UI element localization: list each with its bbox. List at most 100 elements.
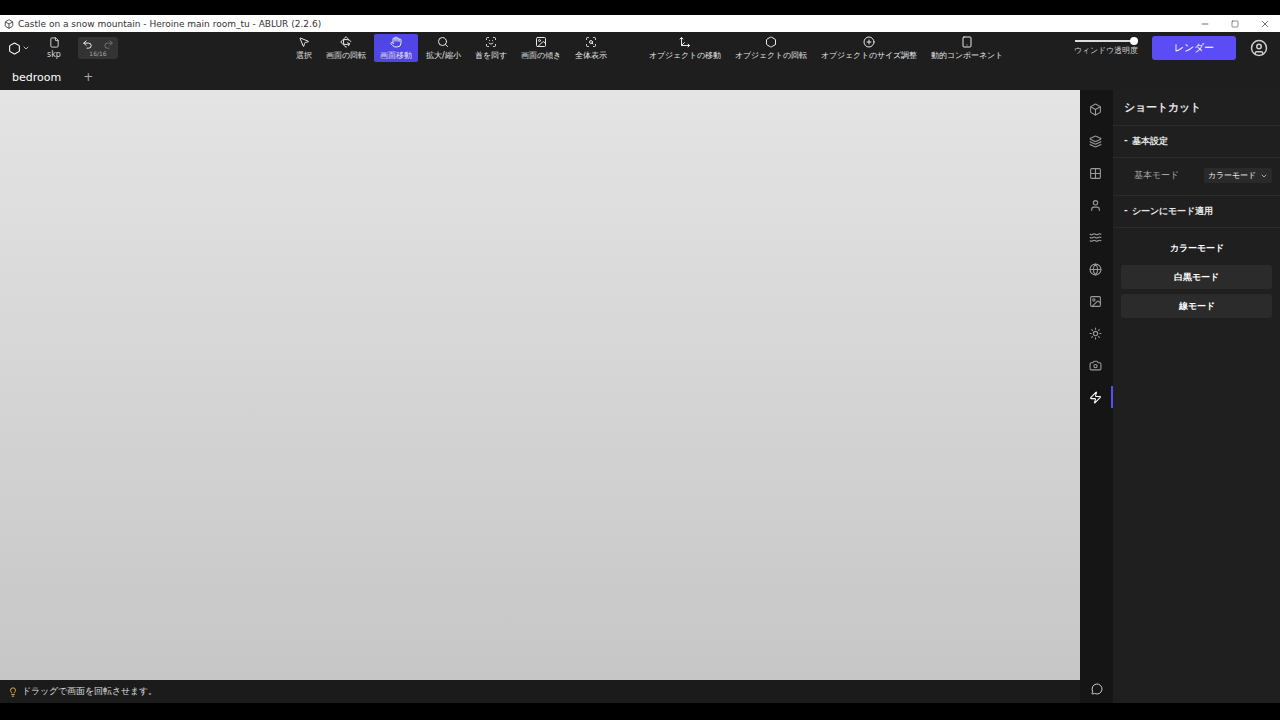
add-tab-button[interactable]: + [73, 70, 103, 84]
toolbar: skp 16/16 選択 画面の回転画面移動拡大/縮小首を回す画面の傾き全体表示 オブジ… [0, 32, 1280, 64]
mode-button[interactable]: 白黒モード [1121, 265, 1272, 289]
minimize-icon [1200, 19, 1210, 29]
tool-label: オブジェクトの回転 [735, 50, 807, 61]
tool-button[interactable]: オブジェクトの移動 [643, 34, 727, 62]
mode-select[interactable]: カラーモード [1204, 168, 1272, 183]
strip-icon [1089, 391, 1102, 404]
skp-label: skp [47, 50, 61, 59]
mode-button[interactable]: 線モード [1121, 294, 1272, 318]
strip-icon [1089, 359, 1102, 372]
title-bar: Castle on a snow mountain - Heroine main… [0, 15, 1280, 32]
strip-button[interactable] [1080, 290, 1113, 312]
view-column: ドラッグで画面を回転させます。 [0, 90, 1080, 703]
tool-icon [298, 36, 310, 48]
undo-count: 16/16 [89, 50, 106, 57]
app-menu[interactable] [8, 42, 30, 55]
render-button[interactable]: レンダー [1152, 36, 1236, 60]
tool-label: オブジェクトのサイズ調整 [821, 50, 917, 61]
section-header[interactable]: -基本設定 [1113, 126, 1280, 158]
strip-icon [1089, 231, 1102, 244]
strip-icon [1089, 295, 1102, 308]
tool-button[interactable]: オブジェクトの回転 [729, 34, 813, 62]
maximize-icon [1231, 20, 1239, 28]
tool-label: オブジェクトの移動 [649, 50, 721, 61]
undo-row [82, 39, 114, 50]
tool-button[interactable]: 全体表示 [569, 34, 613, 62]
status-bar: ドラッグで画面を回転させます。 [0, 680, 1080, 703]
toolbar-right: ウィンドウ透明度レンダー [1074, 32, 1280, 64]
strip-icon [1089, 327, 1102, 340]
mode-row: 基本モードカラーモード [1113, 158, 1280, 196]
tool-icon [485, 36, 497, 48]
status-hint: ドラッグで画面を回転させます。 [22, 685, 157, 698]
strip-button[interactable] [1080, 354, 1113, 376]
app-window: Castle on a snow mountain - Heroine main… [0, 0, 1280, 720]
strip-icon [1089, 135, 1102, 148]
panel-title: ショートカット [1113, 90, 1280, 126]
slider-fill [1075, 40, 1134, 42]
strip-button[interactable] [1080, 98, 1113, 120]
maximize-button[interactable] [1220, 15, 1250, 32]
chevron-icon [1260, 172, 1268, 180]
tool-icon [340, 36, 352, 48]
letterbox-bottom [0, 703, 1280, 720]
undo-icon[interactable] [82, 39, 93, 50]
mode-button-list: カラーモード白黒モード線モード [1113, 228, 1280, 326]
tool-label: 動的コンポーネント [931, 50, 1003, 61]
slider-track[interactable] [1075, 40, 1137, 42]
tool-button[interactable]: 拡大/縮小 [420, 34, 467, 62]
chat-button[interactable] [1091, 683, 1103, 703]
tool-label: 選択 [296, 50, 312, 61]
section-toggle: - [1124, 205, 1128, 218]
redo-icon[interactable] [103, 39, 114, 50]
user-icon [1250, 39, 1268, 57]
strip-button[interactable] [1080, 258, 1113, 280]
tool-icon [765, 36, 777, 48]
scene-tab[interactable]: bedroom [0, 64, 73, 90]
logo-icon [8, 42, 21, 55]
strip-button[interactable] [1080, 130, 1113, 152]
shortcut-panel: ショートカット-基本設定基本モードカラーモード-シーンにモード適用カラーモード白… [1113, 90, 1280, 703]
tool-label: 画面の回転 [326, 50, 366, 61]
slider-knob[interactable] [1130, 37, 1138, 45]
window-title: Castle on a snow mountain - Heroine main… [18, 19, 1190, 29]
section-title: シーンにモード適用 [1132, 205, 1213, 218]
strip-icon [1089, 103, 1102, 116]
minimize-button[interactable] [1190, 15, 1220, 32]
tool-label: 拡大/縮小 [426, 50, 461, 61]
undo-group: 16/16 [78, 37, 118, 59]
toolbar-left: skp 16/16 [8, 32, 290, 64]
strip-button[interactable] [1080, 162, 1113, 184]
file-icon [49, 37, 60, 48]
tool-icon [961, 36, 973, 48]
tool-button[interactable]: 首を回す [469, 34, 513, 62]
tool-button[interactable]: 画面移動 [374, 34, 418, 62]
section-header[interactable]: -シーンにモード適用 [1113, 196, 1280, 228]
letterbox-top [0, 0, 1280, 15]
strip-button[interactable] [1080, 194, 1113, 216]
tool-group: 選択 画面の回転画面移動拡大/縮小首を回す画面の傾き全体表示 オブジェクトの移動 オブ… [290, 32, 1074, 64]
tool-button[interactable]: 画面の傾き [515, 34, 567, 62]
tool-button[interactable]: 選択 [290, 34, 318, 62]
avatar[interactable] [1250, 39, 1268, 57]
tool-icon [535, 36, 547, 48]
tab-bar: bedroom+ [0, 64, 1280, 90]
close-button[interactable] [1250, 15, 1280, 32]
tool-label: 全体表示 [575, 50, 607, 61]
strip-button[interactable] [1080, 226, 1113, 248]
strip-button[interactable] [1080, 386, 1113, 408]
strip-icon [1089, 167, 1102, 180]
tool-button[interactable]: 動的コンポーネント [925, 34, 1009, 62]
tool-button[interactable]: オブジェクトのサイズ調整 [815, 34, 923, 62]
tool-button[interactable]: 画面の回転 [320, 34, 372, 62]
skp-button[interactable]: skp [40, 37, 68, 59]
scene-viewport[interactable] [0, 90, 1080, 680]
main-area: ドラッグで画面を回転させます。ショートカット-基本設定基本モードカラーモード-シ… [0, 90, 1280, 703]
chat-icon [1091, 683, 1103, 695]
strip-button[interactable] [1080, 322, 1113, 344]
chevron-icon [22, 44, 30, 52]
close-icon [1260, 19, 1270, 29]
mode-button[interactable]: カラーモード [1121, 236, 1272, 260]
transparency-slider: ウィンドウ透明度 [1074, 40, 1138, 56]
app-icon [4, 19, 14, 29]
